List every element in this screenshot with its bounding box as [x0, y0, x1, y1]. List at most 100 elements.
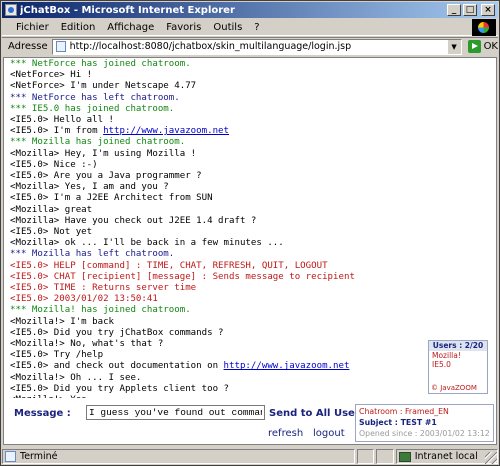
- chat-message: <IE5.0> Did you try jChatBox commands ?: [10, 328, 484, 339]
- chat-message-text: <Mozilla> ok ... I'll be back in a few m…: [10, 238, 284, 249]
- chat-message-text: *** NetForce has left chatroom.: [10, 92, 180, 103]
- close-button[interactable]: ×: [481, 4, 495, 16]
- chat-message-text: *** Mozilla! has joined chatroom.: [10, 305, 191, 316]
- send-button[interactable]: Send to All Users: [269, 408, 366, 419]
- chat-message: <Mozilla!> Yes: [10, 395, 484, 398]
- chat-message: <IE5.0> I'm a J2EE Architect from SUN: [10, 193, 484, 204]
- chat-message: <IE5.0> HELP [command] : TIME, CHAT, REF…: [10, 261, 484, 272]
- chat-message-text: <NetForce> I'm under Netscape 4.77: [10, 81, 197, 92]
- menu-affichage[interactable]: Affichage: [101, 22, 160, 33]
- status-cell-empty: [376, 449, 394, 464]
- chatroom-subject: Subject : TEST #1: [359, 418, 437, 427]
- windows-logo-icon: [472, 19, 496, 36]
- chat-message: <Mozilla> ok ... I'll be back in a few m…: [10, 238, 484, 249]
- chat-message-text: <Mozilla!> I'm back: [10, 316, 115, 327]
- chat-message-text: <IE5.0> Did you try jChatBox commands ?: [10, 327, 224, 338]
- chat-message: <IE5.0> Did you try Applets client too ?: [10, 384, 484, 395]
- chat-message-text: <Mozilla!> Oh ... I see.: [10, 372, 142, 383]
- chat-log: *** NetForce has joined chatroom. <NetFor…: [4, 58, 484, 398]
- status-main: Terminé: [2, 449, 355, 464]
- chat-message-text: <IE5.0> TIME : Returns server time: [10, 283, 197, 294]
- chat-message-text: *** NetForce has joined chatroom.: [10, 59, 191, 69]
- go-arrow-icon: [467, 40, 481, 53]
- menu-favoris[interactable]: Favoris: [160, 22, 207, 33]
- chat-message-text: <IE5.0> HELP [command] : TIME, CHAT, REF…: [10, 260, 328, 271]
- address-url[interactable]: http://localhost:8080/jchatbox/skin_mult…: [70, 41, 351, 52]
- chat-message: <Mozilla> Hey, I'm using Mozilla !: [10, 149, 484, 160]
- chat-message-text: <IE5.0> Hello all !: [10, 115, 115, 126]
- ie-icon: [5, 4, 17, 16]
- chatroom-name: Chatroom : Framed_EN: [359, 407, 449, 416]
- chat-message: <NetForce> Hi !: [10, 70, 484, 81]
- window-title: jChatBox - Microsoft Internet Explorer: [20, 4, 235, 16]
- chatroom-opened: Opened since : 2003/01/02 13:12: [359, 429, 490, 438]
- chat-message: *** Mozilla! has joined chatroom.: [10, 305, 484, 316]
- chat-message-text: <NetForce> Hi !: [10, 70, 93, 81]
- menu-edition[interactable]: Edition: [55, 22, 102, 33]
- minimize-button[interactable]: _: [447, 4, 461, 16]
- status-zone: Intranet local: [395, 449, 498, 464]
- chat-message-text: <Mozilla> Hey, I'm using Mozilla !: [10, 148, 197, 159]
- chat-message-text: <IE5.0> CHAT [recipient] [message] : Sen…: [10, 271, 355, 282]
- go-label: OK: [483, 41, 498, 52]
- chat-message-text: <IE5.0> I'm a J2EE Architect from SUN: [10, 193, 213, 204]
- chat-message-text: <Mozilla!> No, what's that ?: [10, 339, 164, 350]
- chat-message-text: <IE5.0> Try /help: [10, 350, 104, 361]
- menu-help[interactable]: ?: [248, 22, 265, 33]
- chat-message-text: <Mozilla> Have you check out J2EE 1.4 dr…: [10, 215, 257, 226]
- logout-link[interactable]: logout: [313, 428, 345, 439]
- chat-message-text: <IE5.0> I'm from: [10, 126, 104, 137]
- users-header: Users : 2/20: [429, 341, 487, 351]
- message-input[interactable]: [86, 405, 265, 420]
- chat-message: <IE5.0> Try /help: [10, 350, 484, 361]
- intranet-zone-icon: [398, 451, 411, 462]
- address-dropdown-icon[interactable]: ▼: [446, 39, 461, 54]
- chat-message: <IE5.0> TIME : Returns server time: [10, 283, 484, 294]
- status-cell-empty: [356, 449, 375, 464]
- chat-message-text: <Mozilla> great: [10, 204, 93, 215]
- user-item[interactable]: Mozilla!: [429, 351, 487, 360]
- chat-message-text: <Mozilla> Yes, I am and you ?: [10, 182, 169, 193]
- chat-message: <Mozilla> great: [10, 205, 484, 216]
- copyright-link[interactable]: © JavaZOOM: [431, 384, 477, 392]
- chatroom-info: Chatroom : Framed_EN Subject : TEST #1 O…: [355, 404, 494, 442]
- chat-message: *** IE5.0 has joined chatroom.: [10, 104, 484, 115]
- refresh-link[interactable]: refresh: [268, 428, 303, 439]
- go-button[interactable]: OK: [467, 40, 498, 53]
- chat-message-text: <IE5.0> and check out documentation on: [10, 361, 224, 372]
- chat-message-text: *** Mozilla has joined chatroom.: [10, 137, 186, 148]
- chat-message-text: <IE5.0> Not yet: [10, 227, 93, 238]
- chat-message: *** Mozilla has left chatroom.: [10, 249, 484, 260]
- page-done-icon: [5, 451, 16, 462]
- chat-message: <IE5.0> I'm from http://www.javazoom.net: [10, 126, 484, 137]
- chat-message-text: *** IE5.0 has joined chatroom.: [10, 103, 175, 114]
- page-icon: [55, 41, 66, 52]
- menu-outils[interactable]: Outils: [207, 22, 248, 33]
- chat-message: <IE5.0> Not yet: [10, 227, 484, 238]
- maximize-button[interactable]: □: [463, 4, 477, 16]
- users-panel: Users : 2/20 Mozilla! IE5.0 © JavaZOOM: [428, 340, 488, 394]
- chat-message: <IE5.0> Are you a Java programmer ?: [10, 171, 484, 182]
- chat-message-text: <IE5.0> Are you a Java programmer ?: [10, 171, 202, 182]
- chat-message: <Mozilla!> I'm back: [10, 317, 484, 328]
- chat-message: <IE5.0> and check out documentation on h…: [10, 361, 484, 372]
- chat-message: *** NetForce has joined chatroom.: [10, 59, 484, 70]
- menu-fichier[interactable]: Fichier: [10, 22, 55, 33]
- chat-message-text: <Mozilla!> Yes: [10, 395, 87, 398]
- message-label: Message :: [14, 408, 71, 419]
- status-bar: Terminé Intranet local: [2, 448, 498, 465]
- address-field[interactable]: http://localhost:8080/jchatbox/skin_mult…: [51, 38, 462, 55]
- chat-message: <Mozilla!> No, what's that ?: [10, 339, 484, 350]
- user-item[interactable]: IE5.0: [429, 360, 487, 369]
- chat-message: <IE5.0> Hello all !: [10, 115, 484, 126]
- chat-message: <Mozilla!> Oh ... I see.: [10, 373, 484, 384]
- address-bar: Adresse http://localhost:8080/jchatbox/s…: [2, 37, 498, 55]
- chat-message-link[interactable]: http://www.javazoom.net: [103, 126, 229, 136]
- chat-message: <IE5.0> Nice :-): [10, 160, 484, 171]
- chat-message-link[interactable]: http://www.javazoom.net: [224, 361, 350, 371]
- title-bar[interactable]: jChatBox - Microsoft Internet Explorer _…: [2, 2, 498, 18]
- resize-grip[interactable]: [485, 452, 497, 464]
- chat-message: *** Mozilla has joined chatroom.: [10, 137, 484, 148]
- chat-message-text: <IE5.0> Did you try Applets client too ?: [10, 383, 229, 394]
- browser-window: jChatBox - Microsoft Internet Explorer _…: [0, 0, 500, 466]
